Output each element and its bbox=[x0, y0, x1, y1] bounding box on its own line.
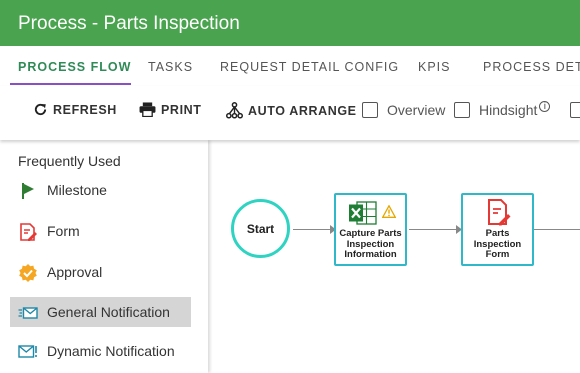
connector-arrow bbox=[534, 229, 580, 230]
refresh-label: REFRESH bbox=[53, 102, 117, 117]
palette-item-milestone[interactable]: Milestone bbox=[10, 175, 191, 205]
palette-heading: Frequently Used bbox=[18, 153, 121, 169]
connector-arrow bbox=[293, 229, 333, 230]
overview-label: Overview bbox=[387, 102, 446, 118]
flag-icon bbox=[22, 183, 34, 199]
flow-node-label: Capture Parts Inspection Information bbox=[339, 228, 402, 260]
element-palette: Frequently Used Milestone Form Approval … bbox=[0, 140, 208, 373]
tab-process-details[interactable]: PROCESS DETA bbox=[483, 60, 580, 74]
active-tab-indicator bbox=[10, 83, 131, 85]
excel-icon bbox=[349, 201, 377, 225]
page-title: Process - Parts Inspection bbox=[18, 13, 240, 34]
hindsight-label: Hindsight i bbox=[479, 100, 551, 118]
info-icon[interactable]: i bbox=[539, 100, 551, 112]
flow-node-capture-parts[interactable]: Capture Parts Inspection Information bbox=[334, 193, 407, 266]
palette-item-label: Form bbox=[47, 223, 80, 239]
warning-icon bbox=[382, 205, 396, 218]
mail-dynamic-icon bbox=[18, 345, 37, 358]
tab-process-flow[interactable]: PROCESS FLOW bbox=[18, 60, 131, 74]
tab-kpis[interactable]: KPIS bbox=[418, 60, 451, 74]
refresh-button[interactable]: REFRESH bbox=[33, 102, 117, 117]
palette-item-label: Approval bbox=[47, 264, 103, 280]
overview-checkbox-box[interactable] bbox=[362, 102, 378, 118]
start-node-label: Start bbox=[246, 222, 275, 236]
hierarchy-icon bbox=[226, 102, 243, 119]
palette-item-form[interactable]: Form bbox=[10, 216, 191, 246]
flow-node-label: Parts Inspection Form bbox=[473, 228, 522, 260]
overview-checkbox[interactable]: Overview bbox=[362, 102, 445, 118]
palette-item-approval[interactable]: Approval bbox=[10, 257, 191, 287]
mail-notification-icon bbox=[18, 307, 38, 319]
extra-checkbox-box[interactable] bbox=[570, 102, 580, 118]
palette-item-label: General Notification bbox=[47, 304, 170, 320]
tab-request-detail-config[interactable]: REQUEST DETAIL CONFIG bbox=[220, 60, 399, 74]
auto-arrange-button[interactable]: AUTO ARRANGE bbox=[226, 102, 357, 119]
approval-badge-icon bbox=[19, 264, 37, 282]
form-icon bbox=[20, 223, 37, 241]
tab-bar: PROCESS FLOW TASKS REQUEST DETAIL CONFIG… bbox=[0, 46, 580, 86]
title-bar: Process - Parts Inspection bbox=[0, 0, 580, 46]
form-icon bbox=[488, 199, 511, 226]
refresh-icon bbox=[34, 103, 47, 116]
print-label: PRINT bbox=[161, 102, 202, 117]
palette-item-label: Milestone bbox=[47, 182, 107, 198]
palette-item-general-notification[interactable]: General Notification bbox=[10, 297, 191, 327]
start-node[interactable]: Start bbox=[231, 199, 290, 258]
connector-arrow bbox=[409, 229, 459, 230]
palette-item-dynamic-notification[interactable]: Dynamic Notification bbox=[10, 336, 191, 366]
extra-checkbox[interactable] bbox=[570, 102, 580, 118]
flow-node-parts-inspection-form[interactable]: Parts Inspection Form bbox=[461, 193, 534, 266]
print-button[interactable]: PRINT bbox=[139, 102, 202, 117]
hindsight-checkbox-box[interactable] bbox=[454, 102, 470, 118]
palette-item-label: Dynamic Notification bbox=[47, 343, 175, 359]
printer-icon bbox=[139, 102, 156, 117]
flow-canvas[interactable]: Start Capture Parts Inspection Informati… bbox=[208, 140, 580, 373]
toolbar: REFRESH PRINT AUTO ARRANGE Overview Hind… bbox=[0, 86, 580, 140]
hindsight-checkbox[interactable]: Hindsight i bbox=[454, 100, 551, 118]
tab-tasks[interactable]: TASKS bbox=[148, 60, 193, 74]
auto-arrange-label: AUTO ARRANGE bbox=[248, 103, 357, 118]
